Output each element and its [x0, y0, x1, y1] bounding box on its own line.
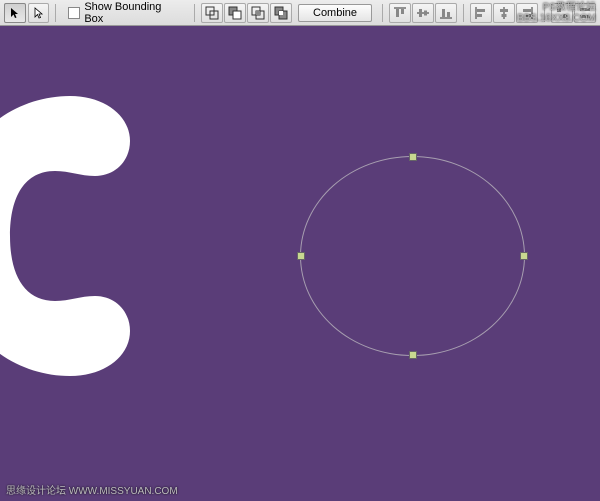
- direct-selection-tool[interactable]: [28, 3, 50, 23]
- show-bounding-box-option[interactable]: Show Bounding Box: [68, 1, 182, 25]
- separator: [55, 4, 56, 22]
- show-bounding-box-label: Show Bounding Box: [84, 1, 182, 25]
- path-operations-group: [201, 3, 292, 23]
- anchor-handle-bottom[interactable]: [409, 351, 417, 359]
- ellipse-selection-path[interactable]: [300, 156, 525, 356]
- align-hcenter-icon[interactable]: [493, 3, 515, 23]
- canvas-area[interactable]: [0, 26, 600, 501]
- align-vcenter-icon[interactable]: [412, 3, 434, 23]
- checkbox-icon: [68, 7, 80, 19]
- anchor-handle-top[interactable]: [409, 153, 417, 161]
- subtract-from-shape-icon[interactable]: [224, 3, 246, 23]
- separator: [194, 4, 195, 22]
- anchor-handle-left[interactable]: [297, 252, 305, 260]
- watermark-top-right: PS教程论坛 BBS.16XX8.COM: [517, 2, 596, 24]
- intersect-shape-icon[interactable]: [247, 3, 269, 23]
- combine-button[interactable]: Combine: [298, 4, 372, 22]
- anchor-handle-right[interactable]: [520, 252, 528, 260]
- separator: [463, 4, 464, 22]
- separator: [382, 4, 383, 22]
- align-left-icon[interactable]: [470, 3, 492, 23]
- path-selection-tool[interactable]: [4, 3, 26, 23]
- align-bottom-icon[interactable]: [435, 3, 457, 23]
- align-top-icon[interactable]: [389, 3, 411, 23]
- options-toolbar: Show Bounding Box Combine: [0, 0, 600, 26]
- watermark-bottom-left: 思缘设计论坛 WWW.MISSYUAN.COM: [6, 482, 178, 497]
- exclude-shape-icon[interactable]: [270, 3, 292, 23]
- add-to-shape-icon[interactable]: [201, 3, 223, 23]
- align-group: [389, 3, 457, 23]
- letter-c-shape: [0, 96, 160, 376]
